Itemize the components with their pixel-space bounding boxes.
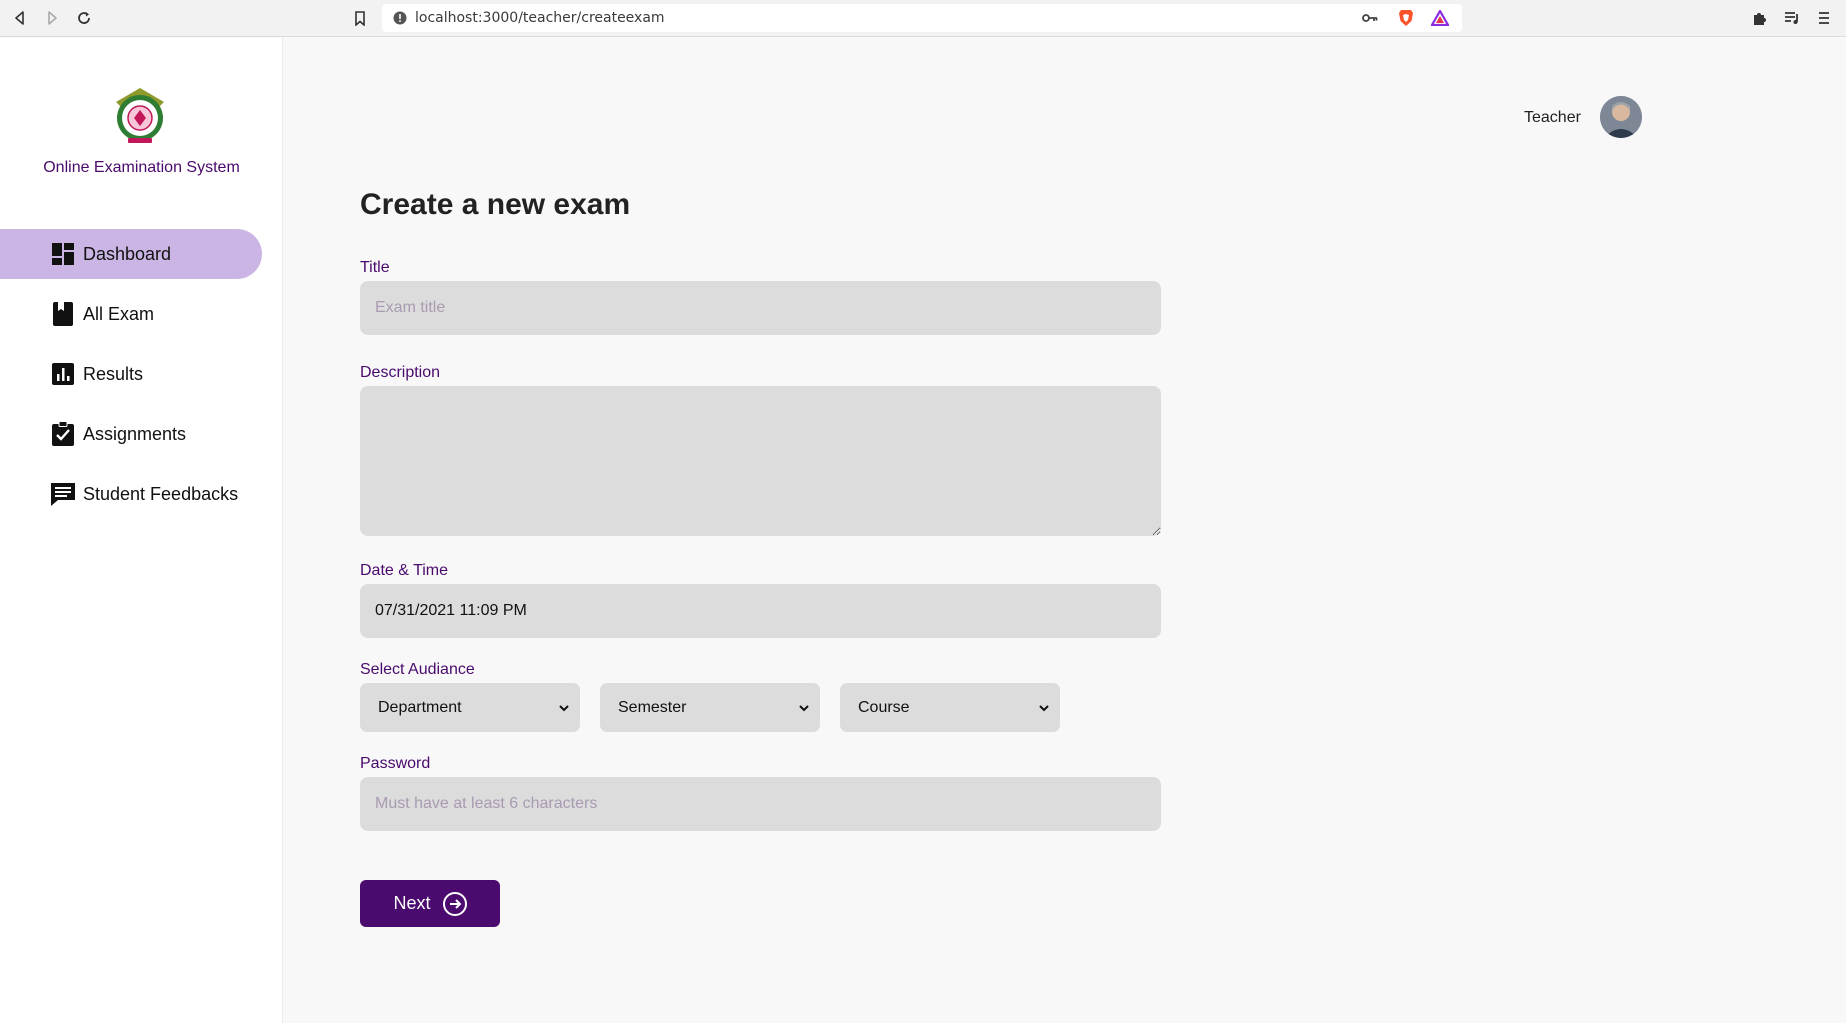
department-select-value: Department	[378, 698, 462, 716]
reload-icon[interactable]	[72, 6, 96, 30]
semester-select[interactable]: Semester	[600, 683, 820, 732]
address-bar[interactable]: localhost:3000/teacher/createexam	[382, 4, 1462, 32]
sidebar-item-dashboard[interactable]: Dashboard	[0, 229, 262, 279]
forward-icon[interactable]	[40, 6, 64, 30]
sidebar-item-label: Dashboard	[83, 243, 172, 264]
chevron-down-icon	[559, 704, 569, 711]
brave-rewards-icon[interactable]	[1430, 8, 1450, 28]
sidebar: Online Examination System Dashboard All …	[0, 38, 283, 1023]
semester-select-value: Semester	[618, 698, 687, 716]
password-label: Password	[360, 755, 431, 772]
media-queue-icon[interactable]	[1780, 6, 1804, 30]
course-select[interactable]: Course	[840, 683, 1060, 732]
avatar[interactable]	[1600, 96, 1642, 138]
course-select-value: Course	[858, 698, 910, 716]
dashboard-icon	[50, 241, 76, 267]
datetime-label: Date & Time	[360, 562, 449, 579]
chat-icon	[50, 481, 76, 507]
sidebar-item-label: Student Feedbacks	[83, 483, 239, 504]
next-button[interactable]: Next	[360, 880, 500, 927]
clipboard-check-icon	[50, 421, 76, 447]
description-textarea[interactable]	[360, 386, 1161, 536]
menu-icon[interactable]	[1812, 6, 1836, 30]
sidebar-item-assignments[interactable]: Assignments	[0, 409, 262, 459]
sidebar-item-label: All Exam	[83, 303, 155, 324]
password-input[interactable]	[360, 777, 1161, 831]
chevron-down-icon	[1039, 704, 1049, 711]
sidebar-item-all-exam[interactable]: All Exam	[0, 289, 262, 339]
page-title: Create a new exam	[360, 188, 631, 221]
next-button-label: Next	[393, 893, 431, 913]
browser-toolbar: localhost:3000/teacher/createexam	[0, 0, 1846, 37]
book-icon	[50, 301, 76, 327]
chevron-down-icon	[799, 704, 809, 711]
bar-chart-icon	[50, 361, 76, 387]
bookmark-icon[interactable]	[348, 6, 372, 30]
university-logo	[112, 86, 168, 144]
app-title: Online Examination System	[43, 159, 240, 176]
description-label: Description	[360, 364, 441, 381]
datetime-input[interactable]	[360, 584, 1161, 638]
site-info-icon[interactable]	[390, 8, 410, 28]
sidebar-item-student-feedbacks[interactable]: Student Feedbacks	[0, 469, 262, 519]
arrow-right-icon	[442, 891, 467, 916]
department-select[interactable]: Department	[360, 683, 580, 732]
audience-label: Select Audiance	[360, 661, 475, 678]
sidebar-item-results[interactable]: Results	[0, 349, 262, 399]
key-icon[interactable]	[1360, 8, 1380, 28]
user-role-label: Teacher	[1524, 109, 1581, 126]
extensions-icon[interactable]	[1748, 6, 1772, 30]
sidebar-item-label: Results	[83, 363, 144, 384]
sidebar-item-label: Assignments	[83, 423, 187, 444]
brave-shield-icon[interactable]	[1396, 8, 1416, 28]
back-icon[interactable]	[8, 6, 32, 30]
title-label: Title	[360, 259, 390, 276]
exam-title-input[interactable]	[360, 281, 1161, 335]
url-text: localhost:3000/teacher/createexam	[415, 10, 665, 26]
